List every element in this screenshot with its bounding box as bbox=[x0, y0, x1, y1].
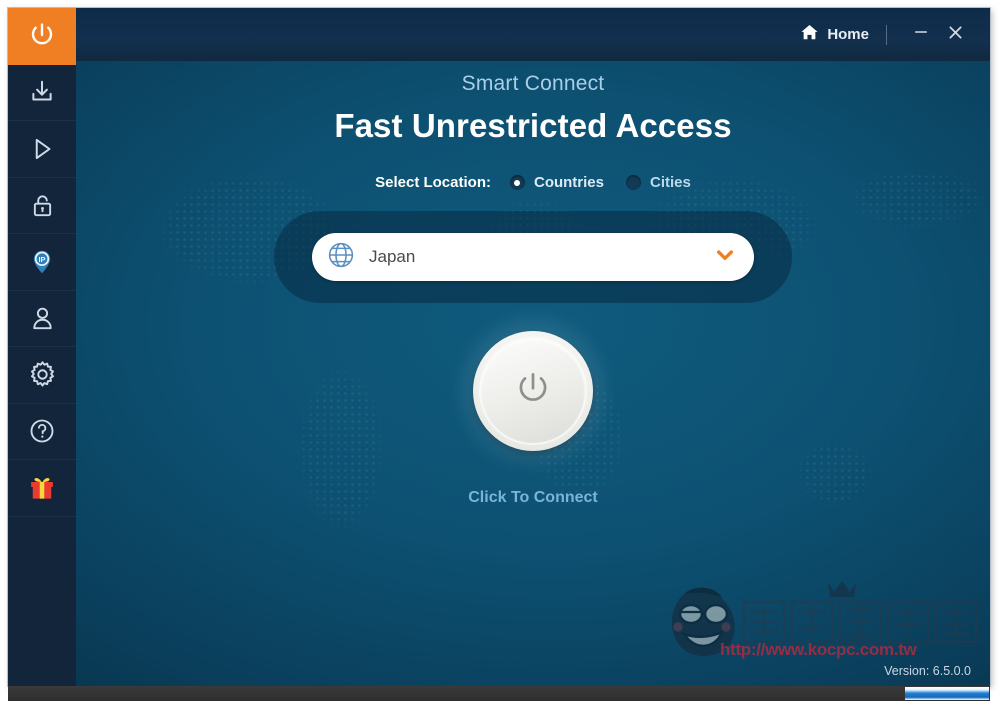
home-icon bbox=[800, 23, 819, 46]
sidebar-item-download[interactable] bbox=[8, 65, 76, 121]
question-icon bbox=[28, 417, 56, 445]
user-icon bbox=[29, 305, 56, 332]
lock-icon bbox=[29, 192, 56, 219]
radio-countries[interactable]: Countries bbox=[509, 174, 604, 191]
main-content: Smart Connect Fast Unrestricted Access S… bbox=[76, 61, 990, 686]
home-label: Home bbox=[827, 26, 869, 43]
radio-countries-indicator bbox=[509, 175, 525, 190]
titlebar: Home bbox=[76, 8, 990, 61]
connect-panel: Smart Connect Fast Unrestricted Access S… bbox=[76, 72, 990, 507]
power-icon bbox=[27, 21, 57, 51]
minimize-icon bbox=[912, 23, 930, 46]
sidebar-item-gift[interactable] bbox=[8, 460, 76, 517]
smart-connect-label: Smart Connect bbox=[461, 72, 605, 95]
titlebar-divider bbox=[886, 24, 887, 45]
version-label: Version: 6.5.0.0 bbox=[884, 664, 971, 678]
radio-countries-label: Countries bbox=[533, 174, 604, 191]
location-dropdown[interactable]: Japan bbox=[312, 233, 754, 281]
bottom-status-strip bbox=[8, 686, 990, 701]
sidebar-item-settings[interactable] bbox=[8, 347, 76, 404]
site-watermark: http://www.kocpc.com.tw bbox=[664, 578, 984, 664]
sidebar-item-streaming[interactable] bbox=[8, 121, 76, 178]
watermark-url: http://www.kocpc.com.tw bbox=[720, 640, 917, 659]
close-icon bbox=[946, 23, 965, 47]
home-button[interactable]: Home bbox=[800, 23, 869, 46]
sidebar-item-help[interactable] bbox=[8, 404, 76, 460]
sidebar-item-account[interactable] bbox=[8, 291, 76, 347]
sidebar-item-security[interactable] bbox=[8, 178, 76, 234]
download-icon bbox=[28, 78, 56, 106]
sidebar-item-power[interactable] bbox=[8, 8, 76, 65]
sidebar-item-ip-address[interactable]: IP bbox=[8, 234, 76, 291]
connect-power-button-inner bbox=[481, 339, 585, 443]
gift-icon bbox=[27, 473, 57, 503]
power-icon bbox=[512, 368, 554, 415]
bottom-progress-indicator[interactable] bbox=[905, 687, 989, 700]
page-title: Fast Unrestricted Access bbox=[334, 107, 732, 144]
select-location-label: Select Location: bbox=[375, 174, 491, 191]
sidebar: IP bbox=[8, 8, 76, 686]
select-location-row: Select Location: Countries Cities bbox=[76, 174, 990, 191]
ip-pin-icon: IP bbox=[28, 248, 56, 276]
location-dropdown-backdrop: Japan bbox=[274, 211, 792, 303]
radio-cities-indicator bbox=[626, 175, 641, 190]
play-icon bbox=[28, 135, 56, 163]
svg-text:IP: IP bbox=[38, 255, 45, 264]
click-to-connect-label[interactable]: Click To Connect bbox=[76, 489, 990, 507]
location-dropdown-value: Japan bbox=[369, 247, 416, 266]
gear-icon bbox=[28, 360, 57, 389]
minimize-button[interactable] bbox=[904, 20, 938, 50]
vpn-app-window: IP Home Smart Connect Fast Unrestricted … bbox=[8, 8, 990, 686]
connect-power-button[interactable] bbox=[473, 331, 593, 451]
globe-icon bbox=[326, 240, 356, 275]
chevron-down-icon[interactable] bbox=[712, 242, 738, 273]
radio-cities-label: Cities bbox=[650, 174, 691, 191]
radio-cities[interactable]: Cities bbox=[626, 174, 691, 191]
close-button[interactable] bbox=[938, 20, 972, 50]
